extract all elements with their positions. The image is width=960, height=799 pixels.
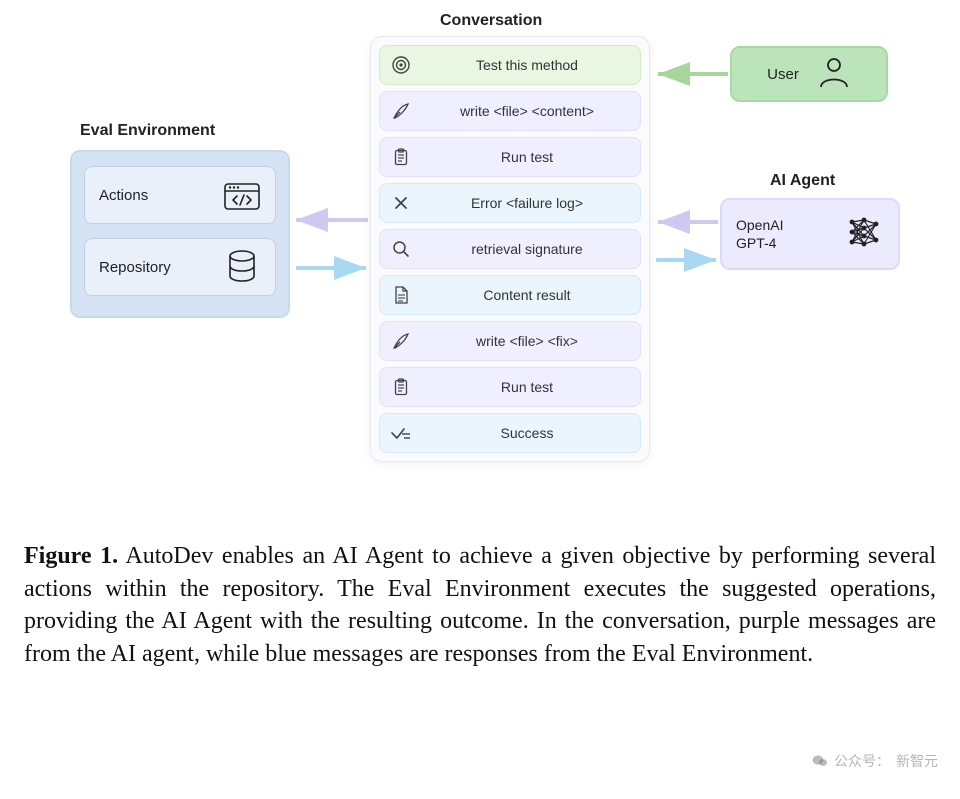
clipboard-icon: [390, 376, 412, 398]
conversation-message: write <file> <content>: [379, 91, 641, 131]
figure-label: Figure 1.: [24, 543, 118, 569]
wechat-icon: [812, 753, 828, 769]
message-text: Error <failure log>: [424, 195, 630, 211]
conversation-message: retrieval signature: [379, 229, 641, 269]
agent-title: AI Agent: [770, 172, 835, 190]
figure-caption: Figure 1. AutoDev enables an AI Agent to…: [24, 540, 936, 671]
quill-icon: [390, 100, 412, 122]
eval-actions-box: Actions: [84, 166, 276, 224]
eval-environment-panel: Actions Repository: [70, 150, 290, 318]
message-text: retrieval signature: [424, 241, 630, 257]
watermark-source: 新智元: [896, 751, 938, 771]
message-text: Success: [424, 425, 630, 441]
agent-line1: OpenAI: [736, 216, 783, 234]
conversation-message: write <file> <fix>: [379, 321, 641, 361]
x-icon: [390, 192, 412, 214]
agent-label: OpenAI GPT-4: [736, 216, 783, 252]
message-text: write <file> <content>: [424, 103, 630, 119]
conversation-message: Test this method: [379, 45, 641, 85]
target-icon: [390, 54, 412, 76]
message-text: Run test: [424, 379, 630, 395]
quill-icon: [390, 330, 412, 352]
document-icon: [390, 284, 412, 306]
conversation-message: Run test: [379, 367, 641, 407]
conversation-message: Success: [379, 413, 641, 453]
conversation-message: Run test: [379, 137, 641, 177]
conversation-panel: Test this method write <file> <content> Ru…: [370, 36, 650, 462]
message-text: Content result: [424, 287, 630, 303]
ai-agent-panel: OpenAI GPT-4: [720, 198, 900, 270]
clipboard-icon: [390, 146, 412, 168]
database-icon: [223, 251, 261, 283]
figure-text: AutoDev enables an AI Agent to achieve a…: [24, 543, 936, 667]
conversation-message: Error <failure log>: [379, 183, 641, 223]
person-icon: [817, 55, 851, 94]
check-icon: [390, 422, 412, 444]
eval-repository-label: Repository: [99, 259, 171, 276]
user-label: User: [767, 66, 799, 83]
agent-line2: GPT-4: [736, 234, 783, 252]
watermark-prefix: 公众号：: [834, 751, 890, 771]
search-icon: [390, 238, 412, 260]
eval-actions-label: Actions: [99, 187, 148, 204]
message-text: Run test: [424, 149, 630, 165]
message-text: Test this method: [424, 57, 630, 73]
watermark: 公众号： 新智元: [812, 751, 938, 771]
conversation-title: Conversation: [440, 12, 542, 30]
neural-network-icon: [844, 212, 884, 257]
code-window-icon: [223, 179, 261, 211]
user-box: User: [730, 46, 888, 102]
eval-repository-box: Repository: [84, 238, 276, 296]
message-text: write <file> <fix>: [424, 333, 630, 349]
eval-title: Eval Environment: [80, 122, 215, 140]
conversation-message: Content result: [379, 275, 641, 315]
